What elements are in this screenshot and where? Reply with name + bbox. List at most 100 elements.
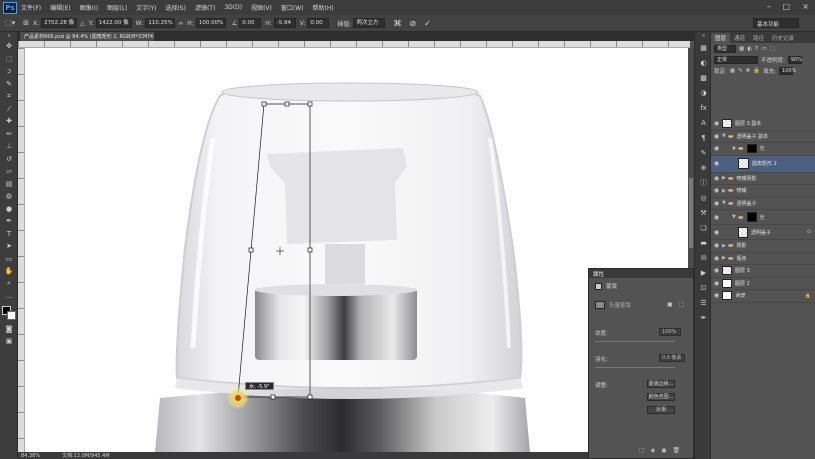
minimize-button[interactable]: –	[767, 2, 771, 11]
layer-comps-panel-icon[interactable]: ❏	[695, 220, 712, 235]
expand-arrow-icon[interactable]: ▼	[732, 214, 736, 220]
maximize-button[interactable]: □	[782, 2, 790, 11]
lock-transparent-icon[interactable]: ▦	[730, 68, 735, 74]
tab-history[interactable]: 历史记录	[768, 33, 798, 43]
crop-tool-icon[interactable]: ⌗	[0, 90, 18, 103]
paragraph-panel-icon[interactable]: ¶	[695, 130, 712, 145]
info-panel-icon[interactable]: ⓘ	[695, 175, 712, 190]
layer-group-row[interactable]: ◉ ▶ ▬ 阴影	[711, 240, 815, 253]
type-tool-icon[interactable]: T	[0, 228, 18, 241]
visibility-eye-icon[interactable]: ◉	[711, 120, 722, 127]
blend-mode-select[interactable]: 正常	[714, 55, 758, 64]
quick-select-tool-icon[interactable]: ✎	[0, 78, 18, 91]
visibility-eye-icon[interactable]: ◉	[711, 145, 722, 152]
hskew-input[interactable]: -5.94	[273, 18, 296, 28]
tool-presets-panel-icon[interactable]: ⚒	[695, 205, 712, 220]
layer-group-row[interactable]: ◉ ▼ ▬ 光	[711, 210, 815, 225]
brush-panel-icon[interactable]: ✎	[695, 145, 712, 160]
vector-mask-icon[interactable]: ⬚	[679, 301, 685, 308]
close-button[interactable]: ×	[802, 2, 809, 11]
menu-window[interactable]: 窗口(W)	[281, 3, 304, 12]
commit-transform-icon[interactable]: ✓	[424, 19, 431, 28]
more-tools-icon[interactable]: …	[0, 290, 18, 303]
expand-arrow-icon[interactable]: ▼	[732, 146, 736, 152]
menu-edit[interactable]: 编辑(E)	[50, 3, 70, 12]
feather-slider[interactable]	[595, 367, 675, 368]
delete-mask-icon[interactable]: 🗑	[673, 447, 681, 454]
hand-tool-icon[interactable]: ✋	[0, 265, 18, 278]
visibility-eye-icon[interactable]: ◉	[711, 267, 722, 274]
menu-filter[interactable]: 滤镜(T)	[195, 3, 215, 12]
actions-panel-icon[interactable]: ▶	[695, 265, 712, 280]
zoom-level[interactable]: 84.38%	[21, 453, 40, 459]
tab-paths[interactable]: 路径	[749, 33, 768, 43]
layer-row[interactable]: ◉ 图层 3 副本	[711, 118, 815, 131]
layer-row[interactable]: ◉ 图层 3	[711, 265, 815, 278]
menu-view[interactable]: 视图(V)	[251, 3, 272, 12]
apply-mask-icon[interactable]: ◈	[651, 447, 656, 454]
color-range-button[interactable]: 颜色范围...	[647, 393, 675, 401]
menu-layer[interactable]: 图层(L)	[107, 3, 127, 12]
eyedropper-tool-icon[interactable]: ⁄	[0, 103, 18, 116]
layer-group-row[interactable]: ◉ ▶ ▬ 喷嘴	[711, 185, 815, 198]
vskew-input[interactable]: 0.00	[307, 18, 330, 28]
quick-mask-icon[interactable]: ◙	[0, 323, 18, 336]
layer-group-row[interactable]: ◉ ▼ ▬ 透明盖子	[711, 198, 815, 210]
color-panel-icon[interactable]: ◐	[695, 55, 712, 70]
lasso-tool-icon[interactable]: ↄ	[0, 65, 18, 78]
warp-icon[interactable]: ⌘	[393, 19, 401, 28]
lock-move-icon[interactable]: ✥	[746, 68, 751, 74]
expand-arrow-icon[interactable]: ▶	[722, 175, 726, 181]
menu-type[interactable]: 文字(Y)	[136, 3, 156, 12]
visibility-eye-icon[interactable]: ◉	[711, 187, 722, 194]
height-input[interactable]: 100.00%	[195, 18, 226, 28]
swatches-panel-icon[interactable]: ▩	[695, 70, 712, 85]
layer-group-row[interactable]: ◉ ▼ ▬ 透明盖子 副本	[711, 131, 815, 143]
layer-row[interactable]: ◉ 图层 2	[711, 278, 815, 290]
layer-row[interactable]: ◉ 背景 🔒	[711, 290, 815, 303]
feather-input[interactable]: 0.0 像素	[659, 354, 685, 362]
x-input[interactable]: 2702.28 像	[41, 18, 78, 28]
pen-tool-icon[interactable]: ✒	[0, 215, 18, 228]
visibility-eye-icon[interactable]: ◉	[711, 255, 722, 262]
screen-mode-icon[interactable]: ▣	[0, 335, 18, 348]
character-panel-icon[interactable]: A	[695, 115, 712, 130]
clone-source-panel-icon[interactable]: ⊕	[695, 160, 712, 175]
reference-point-icon[interactable]: ⊞	[23, 19, 29, 27]
visibility-eye-icon[interactable]: ◉	[711, 214, 722, 221]
paths-panel-icon[interactable]: ✒	[695, 310, 712, 325]
layer-group-row[interactable]: ◉ ▶ ▬ 喷嘴阴影	[711, 173, 815, 185]
brush-tool-icon[interactable]: ✏	[0, 128, 18, 141]
lock-paint-icon[interactable]: ✎	[738, 68, 743, 74]
visibility-eye-icon[interactable]: ◉	[711, 160, 722, 167]
scrollbar-thumb[interactable]	[689, 178, 693, 248]
adjustments-panel-icon[interactable]: ◑	[695, 85, 712, 100]
document-tab[interactable]: 产品素材666.psd @ 84.4% (圆角矩形 2, RGB/8*/CMYK…	[20, 32, 154, 41]
healing-tool-icon[interactable]: ✚	[0, 115, 18, 128]
disable-mask-icon[interactable]: ◉	[661, 447, 666, 454]
menu-select[interactable]: 选择(S)	[165, 3, 186, 12]
opacity-input[interactable]: 90%	[787, 55, 802, 64]
measurement-panel-icon[interactable]: ⊡	[695, 280, 712, 295]
visibility-eye-icon[interactable]: ◉	[711, 292, 722, 299]
navigator-panel-icon[interactable]: ◎	[695, 190, 712, 205]
history-panel-icon[interactable]: ▦	[695, 40, 712, 55]
kind-filter-select[interactable]: 类型	[714, 44, 736, 53]
visibility-eye-icon[interactable]: ◉	[711, 133, 722, 140]
y-input[interactable]: 1422.00 像	[95, 18, 132, 28]
tab-channels[interactable]: 通道	[730, 33, 749, 43]
expand-arrow-icon[interactable]: ▶	[722, 188, 726, 194]
expand-arrow-icon[interactable]: ▼	[722, 200, 726, 206]
menu-3d[interactable]: 3D(D)	[224, 4, 242, 11]
fill-input[interactable]: 100%	[779, 66, 796, 75]
relative-position-icon[interactable]: △	[80, 20, 85, 27]
zoom-tool-icon[interactable]: ⌕	[0, 278, 18, 291]
layer-group-row[interactable]: ◉ ▶ ▬ 瓶身	[711, 253, 815, 265]
width-input[interactable]: 110.25%	[145, 18, 176, 28]
cancel-transform-icon[interactable]: ⊘	[409, 19, 416, 28]
invert-button[interactable]: 反相	[647, 406, 675, 414]
gradient-tool-icon[interactable]: ▤	[0, 178, 18, 191]
timeline-panel-icon[interactable]: ▬	[695, 235, 712, 250]
styles-panel-icon[interactable]: fx	[695, 100, 712, 115]
stamp-tool-icon[interactable]: ⊥	[0, 140, 18, 153]
